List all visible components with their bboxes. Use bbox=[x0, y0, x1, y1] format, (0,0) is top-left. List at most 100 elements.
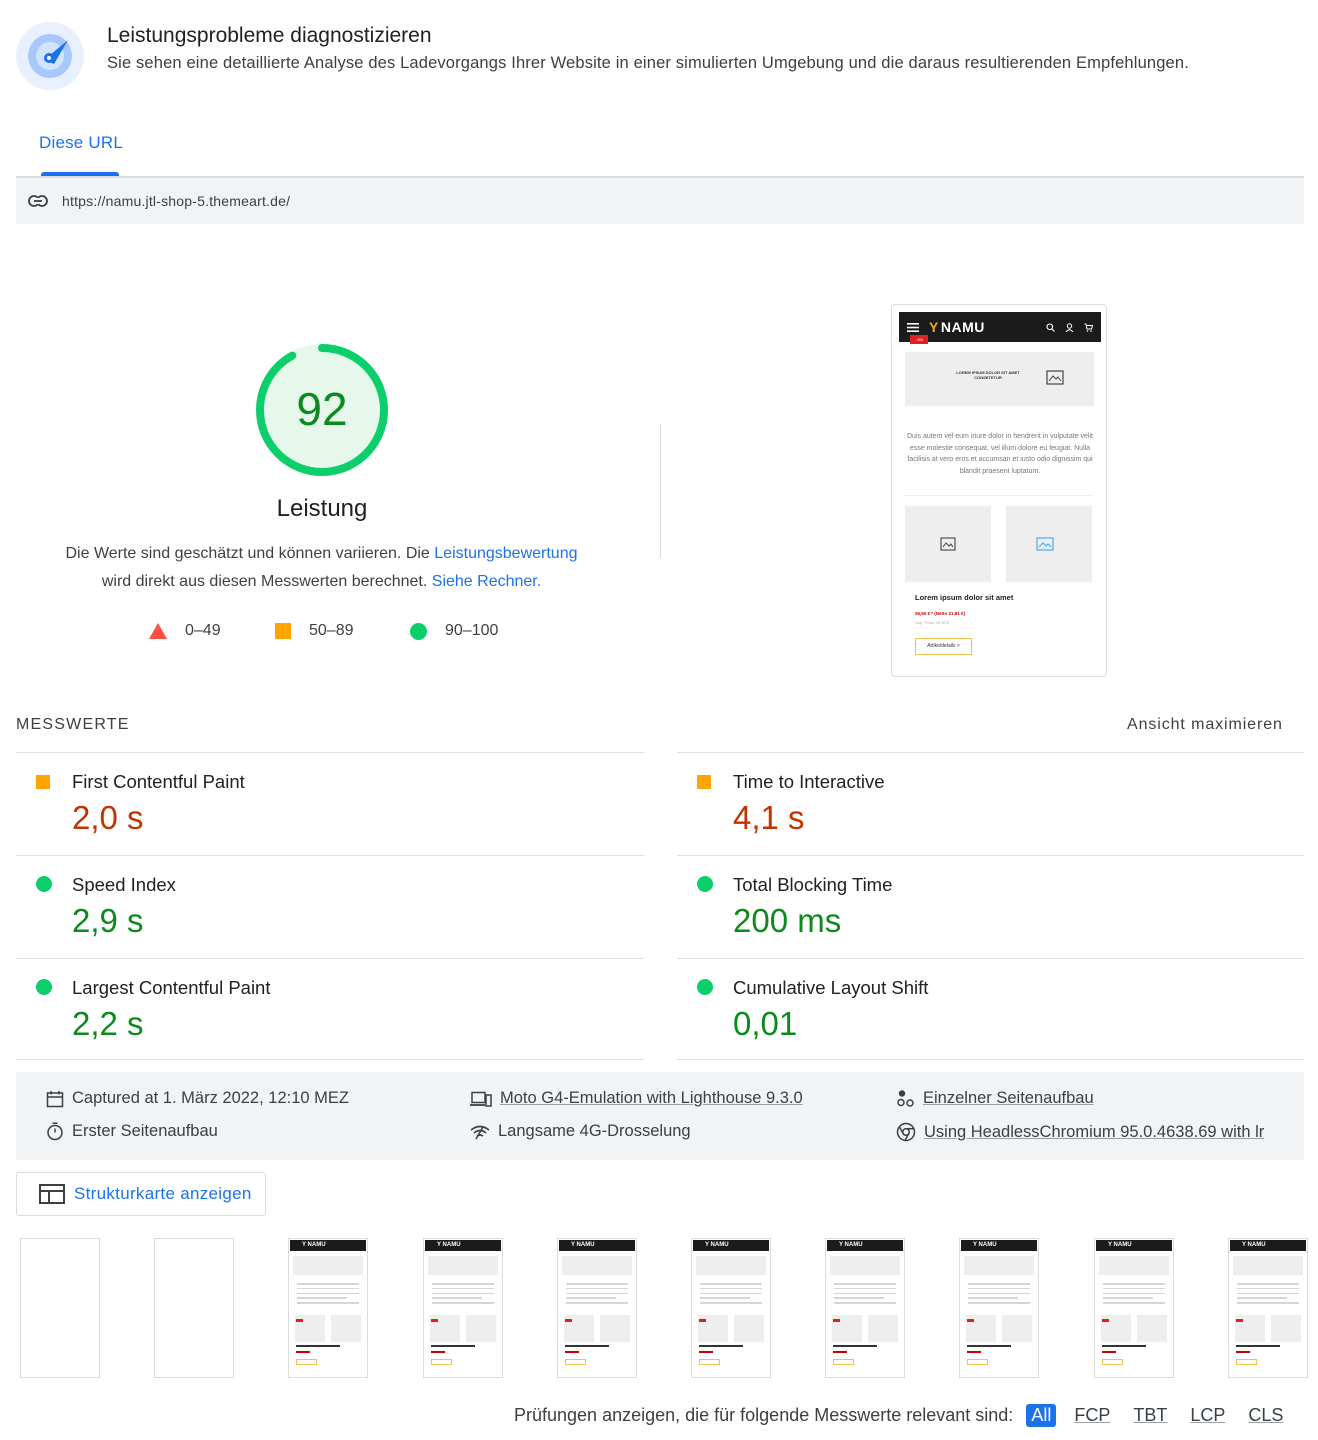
treemap-icon bbox=[39, 1184, 65, 1204]
metric-value: 2,0 s bbox=[72, 799, 144, 836]
metric-tti: Time to Interactive 4,1 s bbox=[677, 753, 1305, 856]
metric-value: 2,9 s bbox=[72, 902, 144, 939]
metric-value: 0,01 bbox=[733, 1005, 798, 1042]
search-icon bbox=[1046, 322, 1055, 332]
filter-chip-all[interactable]: All bbox=[1026, 1404, 1057, 1427]
average-square-icon bbox=[697, 775, 711, 789]
menu-icon bbox=[907, 322, 919, 332]
metric-name: Cumulative Layout Shift bbox=[733, 977, 929, 998]
metric-name: Time to Interactive bbox=[733, 771, 885, 792]
metrics-heading: MESSWERTE bbox=[16, 716, 130, 733]
diagnostics-icon bbox=[16, 22, 84, 90]
metric-name: Largest Contentful Paint bbox=[72, 977, 271, 998]
final-screenshot: Y NAMU LOREM IPSUM DOLOR SIT AMET CONSETE… bbox=[891, 304, 1107, 677]
product-old-price: Uvp: Preis: 29,90 € bbox=[915, 620, 950, 625]
user-icon bbox=[1065, 322, 1074, 332]
filter-label: Prüfungen anzeigen, die für folgende Mes… bbox=[514, 1405, 1014, 1425]
expand-view-toggle[interactable]: Ansicht maximieren bbox=[1127, 716, 1283, 734]
metric-speed-index: Speed Index 2,9 s bbox=[16, 856, 644, 959]
tab-this-url[interactable]: Diese URL bbox=[39, 133, 123, 153]
pass-circle-icon bbox=[36, 876, 52, 892]
score-desc-text-1: Die Werte sind geschätzt und können vari… bbox=[65, 545, 435, 562]
filmstrip-frame: Y NAMU bbox=[288, 1238, 368, 1378]
filmstrip-frame bbox=[154, 1238, 234, 1378]
audit-filter: Prüfungen anzeigen, die für folgende Mes… bbox=[514, 1404, 1288, 1427]
pass-circle-icon bbox=[697, 979, 713, 995]
metric-fcp: First Contentful Paint 2,0 s bbox=[16, 753, 644, 856]
info-emulation[interactable]: Moto G4-Emulation with Lighthouse 9.3.0 bbox=[470, 1089, 803, 1108]
info-single-load-text[interactable]: Einzelner Seitenaufbau bbox=[923, 1089, 1094, 1108]
pass-circle-icon bbox=[697, 876, 713, 892]
score-label: Leistung bbox=[276, 495, 368, 522]
info-single-load[interactable]: Einzelner Seitenaufbau bbox=[896, 1089, 1094, 1108]
product-details-button: Artikeldetails > bbox=[915, 638, 972, 655]
filter-chip-lcp[interactable]: LCP bbox=[1185, 1404, 1230, 1427]
timer-icon bbox=[47, 1122, 63, 1141]
treemap-button-label[interactable]: Strukturkarte anzeigen bbox=[74, 1184, 252, 1204]
square-icon bbox=[275, 623, 291, 639]
vertical-divider bbox=[660, 424, 661, 558]
filmstrip-frame: Y NAMU bbox=[825, 1238, 905, 1378]
legend-fail-label: 0–49 bbox=[185, 622, 221, 639]
hero-text: LOREM IPSUM DOLOR SIT AMET CONSETETUR bbox=[956, 370, 1020, 380]
screenshot-navbar: Y NAMU bbox=[899, 312, 1101, 342]
metric-name: Speed Index bbox=[72, 874, 176, 895]
calculator-link[interactable]: Siehe Rechner. bbox=[432, 573, 541, 590]
cart-icon bbox=[1084, 323, 1093, 332]
metric-value: 200 ms bbox=[733, 902, 842, 939]
image-icon bbox=[1046, 370, 1064, 385]
scoring-link[interactable]: Leistungsbewertung bbox=[434, 545, 577, 562]
filmstrip-frame: Y NAMU bbox=[1094, 1238, 1174, 1378]
chrome-icon bbox=[896, 1122, 916, 1142]
product-title: Lorem ipsum dolor sit amet bbox=[915, 593, 1014, 602]
url-text[interactable]: https://namu.jtl-shop-5.themeart.de/ bbox=[62, 193, 290, 209]
info-browser-text[interactable]: Using HeadlessChromium 95.0.4638.69 with… bbox=[924, 1123, 1264, 1142]
screenshot-body-text: Duis autem vel eum iriure dolor in hendr… bbox=[907, 433, 1093, 475]
score-description: Die Werte sind geschätzt und können vari… bbox=[40, 540, 603, 596]
filmstrip-frame bbox=[20, 1238, 100, 1378]
filmstrip-frame: Y NAMU bbox=[1228, 1238, 1308, 1378]
legend-average: 50–89 bbox=[275, 622, 354, 640]
product-price: 26,90 € * (Netto 21,81 €) bbox=[915, 611, 966, 616]
legend-average-label: 50–89 bbox=[309, 622, 354, 639]
divider bbox=[677, 1059, 1304, 1060]
legend-pass: 90–100 bbox=[410, 622, 498, 640]
average-square-icon bbox=[36, 775, 50, 789]
filter-chip-fcp[interactable]: FCP bbox=[1069, 1404, 1115, 1427]
info-captured-text: Captured at 1. März 2022, 12:10 MEZ bbox=[72, 1089, 349, 1107]
info-throttling-text: Langsame 4G-Drosselung bbox=[498, 1122, 691, 1140]
triangle-icon bbox=[149, 623, 167, 639]
image-icon bbox=[1036, 537, 1054, 551]
info-browser[interactable]: Using HeadlessChromium 95.0.4638.69 with… bbox=[896, 1122, 1264, 1142]
product-image-placeholder bbox=[905, 506, 991, 582]
info-first-load: Erster Seitenaufbau bbox=[46, 1122, 218, 1141]
devices-icon bbox=[470, 1091, 492, 1107]
legend-pass-label: 90–100 bbox=[445, 622, 499, 639]
score-desc-text-2: wird direkt aus diesen Messwerten berech… bbox=[101, 573, 432, 590]
calendar-icon bbox=[46, 1090, 64, 1107]
link-icon bbox=[28, 195, 48, 207]
metric-value: 4,1 s bbox=[733, 799, 805, 836]
screenshot-hero: LOREM IPSUM DOLOR SIT AMET CONSETETUR bbox=[905, 352, 1094, 406]
divider bbox=[16, 1059, 644, 1060]
circle-icon bbox=[410, 622, 427, 640]
filmstrip-frame: Y NAMU bbox=[691, 1238, 771, 1378]
info-throttling: Langsame 4G-Drosselung bbox=[470, 1122, 691, 1141]
shop-logo: Y NAMU bbox=[929, 319, 985, 335]
discount-badge: - 8% bbox=[910, 335, 928, 344]
filter-chip-cls[interactable]: CLS bbox=[1243, 1404, 1288, 1427]
metric-lcp: Largest Contentful Paint 2,2 s bbox=[16, 959, 644, 1062]
info-captured: Captured at 1. März 2022, 12:10 MEZ bbox=[46, 1089, 349, 1108]
page-title: Leistungsprobleme diagnostizieren bbox=[107, 24, 432, 47]
filter-chip-tbt[interactable]: TBT bbox=[1128, 1404, 1172, 1427]
single-load-icon bbox=[897, 1090, 914, 1107]
info-emulation-text[interactable]: Moto G4-Emulation with Lighthouse 9.3.0 bbox=[500, 1089, 803, 1108]
pass-circle-icon bbox=[36, 979, 52, 995]
page-subtitle: Sie sehen eine detaillierte Analyse des … bbox=[107, 54, 1189, 72]
treemap-button[interactable]: Strukturkarte anzeigen bbox=[16, 1172, 266, 1216]
wifi-icon bbox=[470, 1125, 490, 1139]
filmstrip-frame: Y NAMU bbox=[557, 1238, 637, 1378]
score-value: 92 bbox=[296, 383, 348, 435]
info-first-load-text: Erster Seitenaufbau bbox=[72, 1122, 218, 1140]
product-image-placeholder bbox=[1006, 506, 1092, 582]
